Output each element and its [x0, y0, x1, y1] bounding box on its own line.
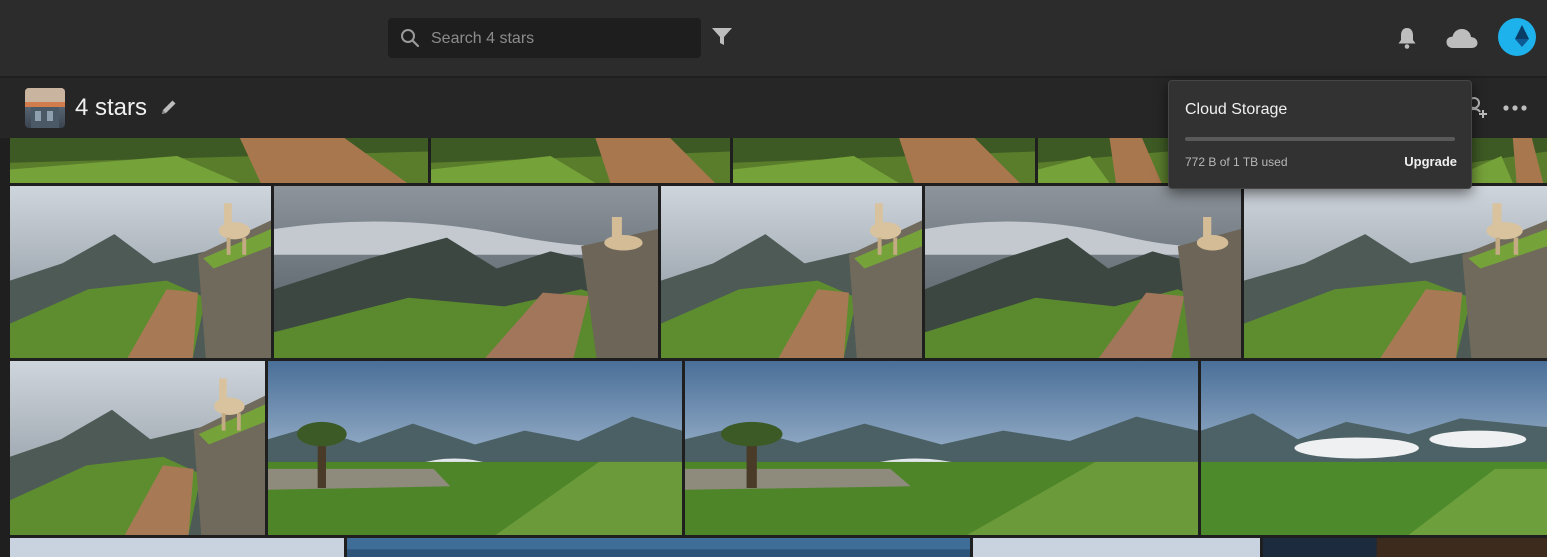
photo-grid: [0, 138, 1547, 557]
avatar[interactable]: [1498, 18, 1536, 56]
cloud-storage-popover: Cloud Storage 772 B of 1 TB used Upgrade: [1168, 80, 1472, 189]
filter-icon[interactable]: [711, 27, 733, 47]
photo-thumbnail[interactable]: [1201, 361, 1547, 535]
photo-thumbnail[interactable]: [973, 538, 1260, 557]
album-thumbnail: [25, 88, 65, 128]
search-box[interactable]: [388, 18, 701, 60]
photo-thumbnail[interactable]: [268, 361, 682, 535]
cloud-storage-title: Cloud Storage: [1185, 101, 1288, 118]
photo-thumbnail[interactable]: [10, 538, 344, 557]
photo-thumbnail[interactable]: [10, 186, 271, 358]
photo-thumbnail[interactable]: [685, 361, 1198, 535]
photo-thumbnail[interactable]: [1038, 138, 1168, 183]
photo-thumbnail[interactable]: [1244, 186, 1547, 358]
storage-progress-bar: [1185, 137, 1455, 141]
photo-thumbnail[interactable]: [733, 138, 1035, 183]
more-icon[interactable]: [1502, 104, 1528, 112]
search-icon: [401, 29, 420, 48]
storage-used-text: 772 B of 1 TB used: [1185, 155, 1288, 169]
upgrade-link[interactable]: Upgrade: [1404, 154, 1457, 169]
photo-thumbnail[interactable]: [661, 186, 922, 358]
photo-thumbnail[interactable]: [274, 186, 658, 358]
top-bar: [0, 0, 1547, 76]
photo-thumbnail[interactable]: [431, 138, 730, 183]
photo-thumbnail[interactable]: [1263, 538, 1547, 557]
photo-thumbnail[interactable]: [10, 138, 428, 183]
cloud-icon[interactable]: [1446, 27, 1478, 49]
bell-icon[interactable]: [1396, 26, 1418, 50]
photo-thumbnail[interactable]: [925, 186, 1241, 358]
search-input[interactable]: [429, 18, 693, 60]
avatar-icon: [1515, 25, 1529, 47]
photo-thumbnail[interactable]: [1471, 138, 1547, 183]
album-title: 4 stars: [75, 94, 148, 121]
photo-thumbnail[interactable]: [347, 538, 970, 557]
photo-thumbnail[interactable]: [10, 361, 265, 535]
pencil-icon[interactable]: [160, 98, 178, 116]
